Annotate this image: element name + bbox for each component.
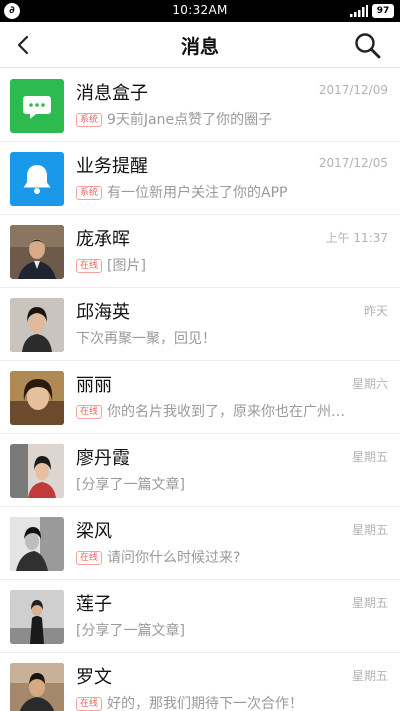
message-item-inbox[interactable]: 消息盒子 2017/12/09 系统 9天前Jane点赞了你的圈子 xyxy=(0,69,400,142)
avatar xyxy=(10,590,64,644)
message-time: 星期五 xyxy=(351,523,388,537)
message-item-contact[interactable]: 罗文 星期五 在线 好的，那我们期待下一次合作！ xyxy=(0,653,400,711)
message-preview-line: 系统 9天前Jane点赞了你的圈子 xyxy=(76,109,376,129)
signal-icon xyxy=(350,5,368,17)
message-preview: [分享了一篇文章] xyxy=(76,477,185,493)
message-time: 星期六 xyxy=(351,377,388,391)
message-preview-line: 系统 有一位新用户关注了你的APP xyxy=(76,182,376,202)
chat-bubble-icon xyxy=(10,79,64,133)
contact-name: 邱海英 xyxy=(76,302,130,323)
status-tag: 在线 xyxy=(76,551,103,565)
message-time: 星期五 xyxy=(351,450,388,464)
status-bar: ∂ 10:32AM 97 xyxy=(0,0,400,22)
status-tag: 系统 xyxy=(76,186,103,200)
message-time: 昨天 xyxy=(363,304,388,318)
page-title: 消息 xyxy=(180,36,219,58)
contact-name: 庞承晖 xyxy=(76,229,130,250)
contact-name: 梁风 xyxy=(76,521,112,542)
message-preview: [图片] xyxy=(107,258,146,274)
message-item-contact[interactable]: 丽丽 星期六 在线 你的名片我收到了，原来你也在广州… xyxy=(0,361,400,434)
bell-icon xyxy=(10,152,64,206)
message-item-contact[interactable]: 梁风 星期五 在线 请问你什么时候过来? xyxy=(0,507,400,580)
status-tag: 系统 xyxy=(76,113,103,127)
message-preview: 你的名片我收到了，原来你也在广州… xyxy=(107,404,346,420)
search-icon[interactable] xyxy=(352,30,384,62)
avatar xyxy=(10,517,64,571)
message-preview-line: 在线 好的，那我们期待下一次合作！ xyxy=(76,693,376,711)
message-time: 星期五 xyxy=(351,669,388,683)
message-item-contact[interactable]: 莲子 星期五 [分享了一篇文章] xyxy=(0,580,400,653)
message-item-reminder[interactable]: 业务提醒 2017/12/05 系统 有一位新用户关注了你的APP xyxy=(0,142,400,215)
message-preview: 请问你什么时候过来? xyxy=(107,550,241,566)
message-preview: 下次再聚一聚，回见！ xyxy=(76,331,216,347)
message-preview: 9天前Jane点赞了你的圈子 xyxy=(107,112,273,128)
contact-name: 廖丹霞 xyxy=(76,448,130,469)
message-time: 2017/12/05 xyxy=(318,156,388,170)
battery-icon: 97 xyxy=(372,4,394,18)
message-time: 上午 11:37 xyxy=(325,231,388,245)
message-item-contact[interactable]: 邱海英 昨天 下次再聚一聚，回见！ xyxy=(0,288,400,361)
message-preview: [分享了一篇文章] xyxy=(76,623,185,639)
message-preview: 有一位新用户关注了你的APP xyxy=(107,185,288,201)
avatar xyxy=(10,298,64,352)
status-tag: 在线 xyxy=(76,405,103,419)
message-preview-line: 下次再聚一聚，回见！ xyxy=(76,328,376,348)
avatar xyxy=(10,225,64,279)
contact-name: 罗文 xyxy=(76,667,112,688)
status-tag: 在线 xyxy=(76,259,103,273)
message-preview-line: 在线 你的名片我收到了，原来你也在广州… xyxy=(76,401,376,421)
avatar xyxy=(10,444,64,498)
message-time: 星期五 xyxy=(351,596,388,610)
status-time: 10:32AM xyxy=(172,3,228,17)
contact-name: 业务提醒 xyxy=(76,156,148,177)
avatar xyxy=(10,371,64,425)
contact-name: 丽丽 xyxy=(76,375,112,396)
message-item-contact[interactable]: 廖丹霞 星期五 [分享了一篇文章] xyxy=(0,434,400,507)
message-preview-line: [分享了一篇文章] xyxy=(76,474,376,494)
avatar xyxy=(10,663,64,711)
message-item-contact[interactable]: 庞承晖 上午 11:37 在线 [图片] xyxy=(0,215,400,288)
status-tag: 在线 xyxy=(76,697,103,711)
message-time: 2017/12/09 xyxy=(318,83,388,97)
message-preview-line: 在线 请问你什么时候过来? xyxy=(76,547,376,567)
message-preview-line: [分享了一篇文章] xyxy=(76,620,376,640)
contact-name: 消息盒子 xyxy=(76,83,148,104)
contact-name: 莲子 xyxy=(76,594,112,615)
nav-bar: 消息 xyxy=(0,22,400,68)
message-preview: 好的，那我们期待下一次合作！ xyxy=(107,696,304,711)
message-preview-line: 在线 [图片] xyxy=(76,255,376,275)
